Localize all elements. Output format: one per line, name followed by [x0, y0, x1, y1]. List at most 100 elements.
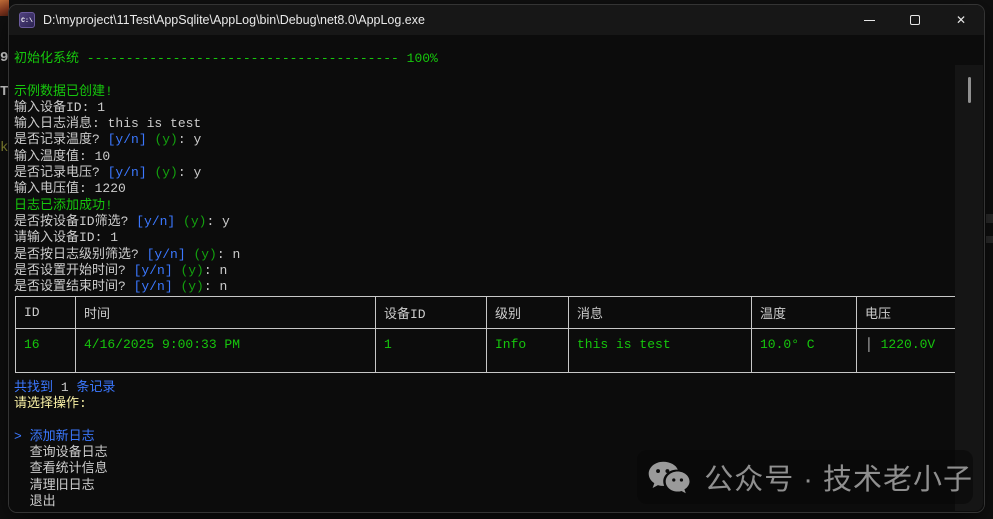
column-header: ID: [16, 297, 76, 329]
menu-item-add-new-log[interactable]: > 添加新日志: [14, 429, 950, 445]
console-text-segment: (y): [193, 247, 216, 262]
console-line: 初始化系统 ----------------------------------…: [14, 51, 950, 67]
console-text-segment: : n: [217, 247, 240, 262]
console-text-segment: [y/n]: [108, 165, 147, 180]
column-header: 温度: [752, 297, 857, 329]
table-cell-text: 1220.0V: [881, 337, 936, 352]
console-text-segment: : n: [204, 279, 227, 294]
console-output: 初始化系统 ----------------------------------…: [9, 35, 984, 512]
console-line: 示例数据已创建!: [14, 84, 950, 100]
table-cell-text: 10.0° C: [760, 337, 815, 352]
console-text-segment: : n: [204, 263, 227, 278]
console-text-segment: [175, 214, 183, 229]
console-line: 请输入设备ID: 1: [14, 230, 950, 246]
column-header: 设备ID: [376, 297, 487, 329]
background-ui-fragment: [986, 236, 993, 243]
console-line: 共找到 1 条记录: [14, 380, 950, 396]
window-controls: ✕: [846, 5, 984, 35]
console-text-segment: : y: [178, 165, 201, 180]
log-table: ID时间设备ID级别消息温度电压 164/16/2025 9:00:33 PM1…: [15, 296, 968, 373]
table-cell-text: this is test: [577, 337, 671, 352]
console-text-segment: : y: [178, 132, 201, 147]
console-text-segment: 输入电压值: 1220: [14, 181, 126, 196]
console-text-segment: 是否记录电压?: [14, 165, 108, 180]
console-line: 是否记录温度? [y/n] (y): y: [14, 132, 950, 148]
background-ui-fragment: [986, 214, 993, 223]
console-text-segment: 请选择操作:: [14, 396, 87, 411]
console-window: C:\ D:\myproject\11Test\AppSqlite\AppLog…: [8, 4, 985, 513]
console-text-segment: [y/n]: [134, 263, 173, 278]
console-line: 是否按设备ID筛选? [y/n] (y): y: [14, 214, 950, 230]
window-title: D:\myproject\11Test\AppSqlite\AppLog\bin…: [43, 13, 425, 27]
scrollbar-track[interactable]: [955, 65, 983, 511]
console-text-segment: (y): [180, 279, 203, 294]
table-cell: 10.0° C: [752, 329, 857, 373]
minimize-button[interactable]: [846, 5, 892, 35]
console-line: 请选择操作:: [14, 396, 950, 412]
console-text-segment: [y/n]: [136, 214, 175, 229]
table-header-row: ID时间设备ID级别消息温度电压: [16, 297, 968, 329]
console-line: 是否设置开始时间? [y/n] (y): n: [14, 263, 950, 279]
column-header: 时间: [76, 297, 376, 329]
console-text-segment: [y/n]: [108, 132, 147, 147]
table-cell: │ 1220.0V: [857, 329, 968, 373]
console-text-segment: (y): [154, 165, 177, 180]
close-button[interactable]: ✕: [938, 5, 984, 35]
watermark-text: 公众号 · 技术老小子: [704, 456, 973, 498]
console-text-segment: 示例数据已创建!: [14, 84, 113, 99]
scrollbar-thumb[interactable]: [968, 77, 971, 103]
console-line: 是否设置结束时间? [y/n] (y): n: [14, 279, 950, 295]
maximize-button[interactable]: [892, 5, 938, 35]
table-cell: 1: [376, 329, 487, 373]
console-text-segment: 是否按日志级别筛选?: [14, 247, 147, 262]
console-text-segment: : y: [206, 214, 229, 229]
console-text-segment: 是否按设备ID筛选?: [14, 214, 136, 229]
console-text-segment: 1: [61, 380, 69, 395]
minimize-icon: [864, 20, 875, 21]
table-row: 16 4/16/2025 9:00:33 PM 1 Info this is test 1…: [16, 329, 968, 373]
console-line: [14, 67, 950, 83]
table-cell-text: 16: [24, 337, 40, 352]
console-line: 输入温度值: 10: [14, 149, 950, 165]
table-cell-text: 4/16/2025 9:00:33 PM: [84, 337, 240, 352]
column-header: 消息: [569, 297, 752, 329]
console-line: 是否记录电压? [y/n] (y): y: [14, 165, 950, 181]
console-text-segment: (y): [180, 263, 203, 278]
table-cell: Info: [487, 329, 569, 373]
column-header: 电压: [857, 297, 968, 329]
console-text-segment: 输入设备ID: 1: [14, 100, 105, 115]
console-text-segment: 是否设置开始时间?: [14, 263, 134, 278]
console-text-segment: 初始化系统 ----------------------------------…: [14, 51, 438, 66]
console-text-segment: 输入日志消息: this is test: [14, 116, 201, 131]
console-line: [14, 413, 950, 429]
console-line: 输入电压值: 1220: [14, 181, 950, 197]
console-text-segment: [y/n]: [147, 247, 186, 262]
console-text-segment: (y): [154, 132, 177, 147]
watermark: 公众号 · 技术老小子: [637, 450, 973, 504]
console-text-segment: [y/n]: [134, 279, 173, 294]
table-cell: 16: [16, 329, 76, 373]
table-cell-text: 1: [384, 337, 392, 352]
console-pre-table-lines: 初始化系统 ----------------------------------…: [14, 51, 950, 295]
console-line: 日志已添加成功!: [14, 198, 950, 214]
wechat-icon: [647, 456, 691, 498]
table-cell-text: │: [865, 337, 881, 352]
table-cell-text: Info: [495, 337, 526, 352]
console-line: 是否按日志级别筛选? [y/n] (y): n: [14, 247, 950, 263]
cmd-prompt-icon: C:\: [19, 12, 35, 28]
maximize-icon: [910, 15, 920, 25]
console-text-segment: 请输入设备ID: 1: [14, 230, 118, 245]
console-line: 输入日志消息: this is test: [14, 116, 950, 132]
console-text-segment: 输入温度值: 10: [14, 149, 110, 164]
console-text-segment: 是否记录温度?: [14, 132, 108, 147]
column-header: 级别: [487, 297, 569, 329]
console-text-segment: (y): [183, 214, 206, 229]
table-cell: 4/16/2025 9:00:33 PM: [76, 329, 376, 373]
table-cell: this is test: [569, 329, 752, 373]
console-text-segment: 条记录: [69, 380, 116, 395]
console-line: 输入设备ID: 1: [14, 100, 950, 116]
console-text-segment: 是否设置结束时间?: [14, 279, 134, 294]
title-bar[interactable]: C:\ D:\myproject\11Test\AppSqlite\AppLog…: [9, 5, 984, 35]
console-text-segment: 共找到: [14, 380, 61, 395]
console-text-segment: 日志已添加成功!: [14, 198, 113, 213]
